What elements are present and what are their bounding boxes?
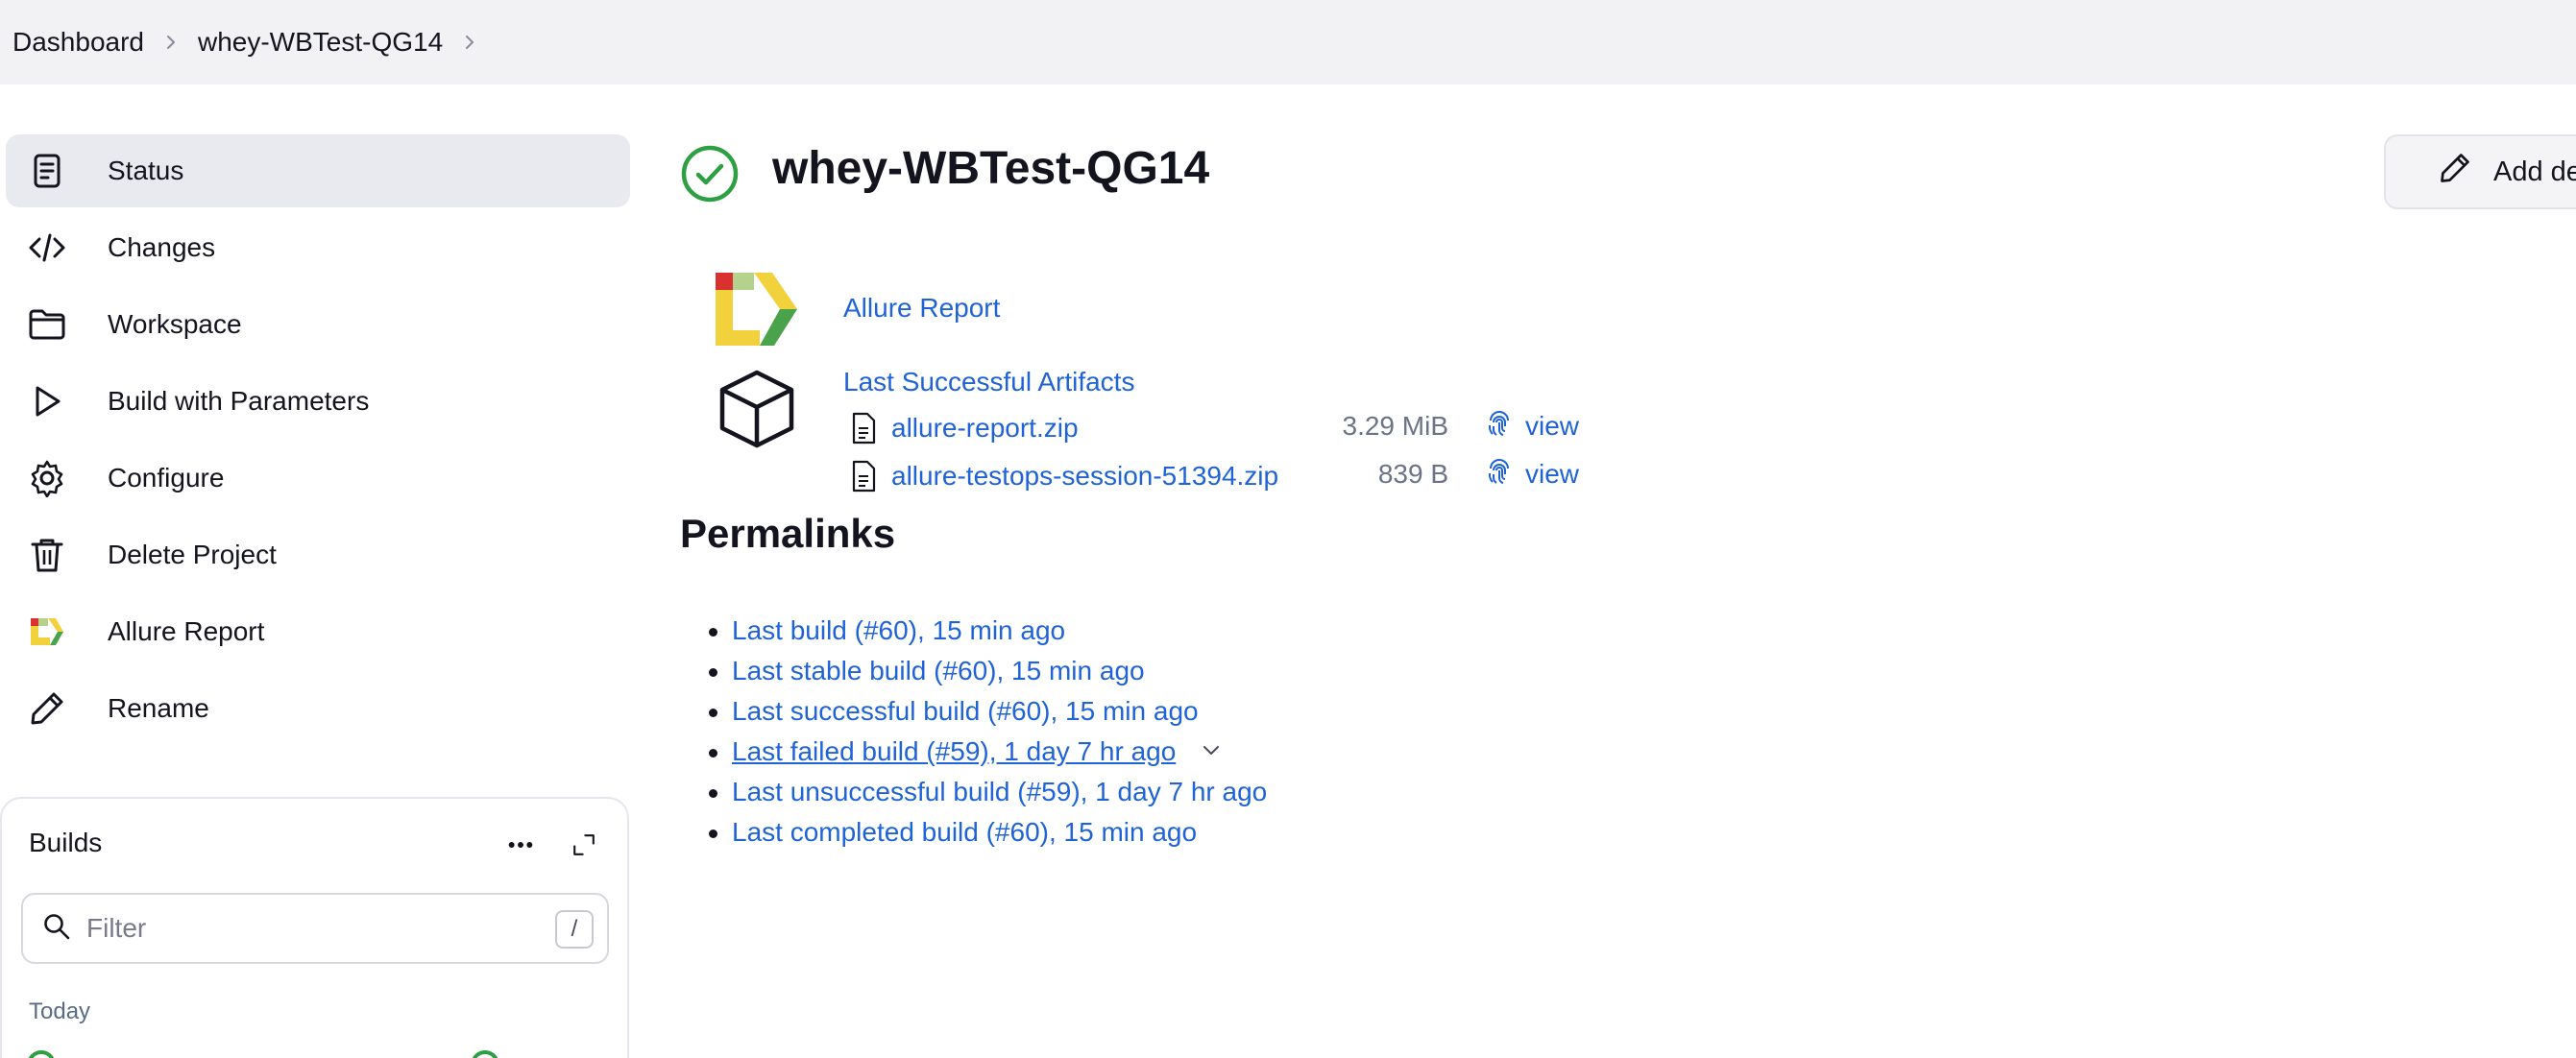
sidebar-item-label: Build with Parameters xyxy=(108,386,370,416)
builds-panel: Builds / Today xyxy=(0,797,629,1058)
last-successful-artifacts-link[interactable]: Last Successful Artifacts xyxy=(843,367,1134,397)
allure-logo-icon xyxy=(27,612,67,652)
sidebar-item-allure-report[interactable]: Allure Report xyxy=(6,595,630,668)
allure-logo-icon xyxy=(713,271,801,349)
sidebar-item-label: Delete Project xyxy=(108,540,277,569)
sidebar-item-label: Configure xyxy=(108,463,225,493)
list-item: Last completed build (#60), 15 min ago xyxy=(708,812,1267,853)
package-icon xyxy=(717,367,797,451)
breadcrumb-dashboard[interactable]: Dashboard xyxy=(12,27,144,58)
more-icon[interactable] xyxy=(501,826,540,864)
permalinks-list: Last build (#60), 15 min ago Last stable… xyxy=(708,611,1267,853)
permalink-last-build[interactable]: Last build (#60), 15 min ago xyxy=(732,615,1065,646)
sidebar-item-label: Status xyxy=(108,156,184,185)
sidebar-item-status[interactable]: Status xyxy=(6,134,630,207)
permalink-last-unsuccessful-build[interactable]: Last unsuccessful build (#59), 1 day 7 h… xyxy=(732,777,1267,807)
sidebar-item-build-with-parameters[interactable]: Build with Parameters xyxy=(6,365,630,438)
success-status-icon xyxy=(471,1050,499,1058)
breadcrumb: Dashboard whey-WBTest-QG14 xyxy=(0,0,2576,84)
page-title: whey-WBTest-QG14 xyxy=(772,143,1210,194)
chevron-right-icon xyxy=(144,33,198,52)
file-icon xyxy=(849,459,878,493)
search-icon xyxy=(42,912,71,946)
keyboard-shortcut-hint: / xyxy=(555,910,594,949)
sidebar-item-configure[interactable]: Configure xyxy=(6,442,630,515)
artifact-link[interactable]: allure-testops-session-51394.zip xyxy=(891,461,1278,492)
list-item: Last successful build (#60), 15 min ago xyxy=(708,691,1267,732)
sidebar-item-label: Workspace xyxy=(108,309,242,339)
artifact-link[interactable]: allure-report.zip xyxy=(891,413,1079,444)
success-status-icon xyxy=(27,1050,56,1058)
artifact-row: allure-report.zip xyxy=(849,409,1079,447)
file-icon xyxy=(849,411,878,445)
sidebar-item-label: Allure Report xyxy=(108,616,265,646)
artifact-row: allure-testops-session-51394.zip xyxy=(849,457,1278,495)
permalink-last-successful-build[interactable]: Last successful build (#60), 15 min ago xyxy=(732,696,1199,727)
folder-icon xyxy=(27,304,67,345)
build-group-label: Today xyxy=(29,998,91,1024)
artifact-size: 3.29 MiB xyxy=(1342,411,1449,441)
list-item: Last failed build (#59), 1 day 7 hr ago xyxy=(708,732,1267,772)
artifact-size: 839 B xyxy=(1377,459,1448,489)
artifact-view-button[interactable]: view xyxy=(1485,409,1579,443)
filter-box: / xyxy=(21,893,609,964)
permalink-last-failed-build[interactable]: Last failed build (#59), 1 day 7 hr ago xyxy=(732,736,1176,767)
sidebar-item-label: Rename xyxy=(108,693,209,723)
sidebar-item-rename[interactable]: Rename xyxy=(6,672,630,745)
permalink-last-completed-build[interactable]: Last completed build (#60), 15 min ago xyxy=(732,817,1197,848)
sidebar-item-changes[interactable]: Changes xyxy=(6,211,630,284)
success-check-icon xyxy=(680,144,740,204)
sidebar: Status Changes Workspace Build with Para… xyxy=(6,134,630,749)
builds-title: Builds xyxy=(29,828,103,857)
fingerprint-icon xyxy=(1485,457,1525,491)
allure-report-link[interactable]: Allure Report xyxy=(843,293,1000,324)
sidebar-item-delete-project[interactable]: Delete Project xyxy=(6,518,630,591)
code-icon xyxy=(27,228,67,268)
breadcrumb-project[interactable]: whey-WBTest-QG14 xyxy=(198,27,443,58)
expand-icon[interactable] xyxy=(565,826,603,864)
artifact-view-button[interactable]: view xyxy=(1485,457,1579,491)
chevron-down-icon[interactable] xyxy=(1176,736,1222,767)
fingerprint-icon xyxy=(1485,409,1525,443)
permalink-last-stable-build[interactable]: Last stable build (#60), 15 min ago xyxy=(732,656,1145,686)
list-item: Last stable build (#60), 15 min ago xyxy=(708,651,1267,691)
view-link[interactable]: view xyxy=(1525,459,1579,490)
add-description-label: Add description xyxy=(2493,156,2576,187)
list-item: Last unsuccessful build (#59), 1 day 7 h… xyxy=(708,772,1267,812)
chevron-right-icon[interactable] xyxy=(443,33,497,52)
gear-icon xyxy=(27,458,67,498)
status-icon xyxy=(27,151,67,191)
permalinks-heading: Permalinks xyxy=(680,511,896,556)
sidebar-item-label: Changes xyxy=(108,232,216,262)
pencil-icon xyxy=(2438,151,2472,193)
add-description-button[interactable]: Add description xyxy=(2384,134,2576,209)
sidebar-item-workspace[interactable]: Workspace xyxy=(6,288,630,361)
view-link[interactable]: view xyxy=(1525,411,1579,442)
pencil-icon xyxy=(27,688,67,729)
list-item: Last build (#60), 15 min ago xyxy=(708,611,1267,651)
trash-icon xyxy=(27,535,67,575)
play-icon xyxy=(27,381,67,421)
filter-input[interactable] xyxy=(86,913,509,944)
